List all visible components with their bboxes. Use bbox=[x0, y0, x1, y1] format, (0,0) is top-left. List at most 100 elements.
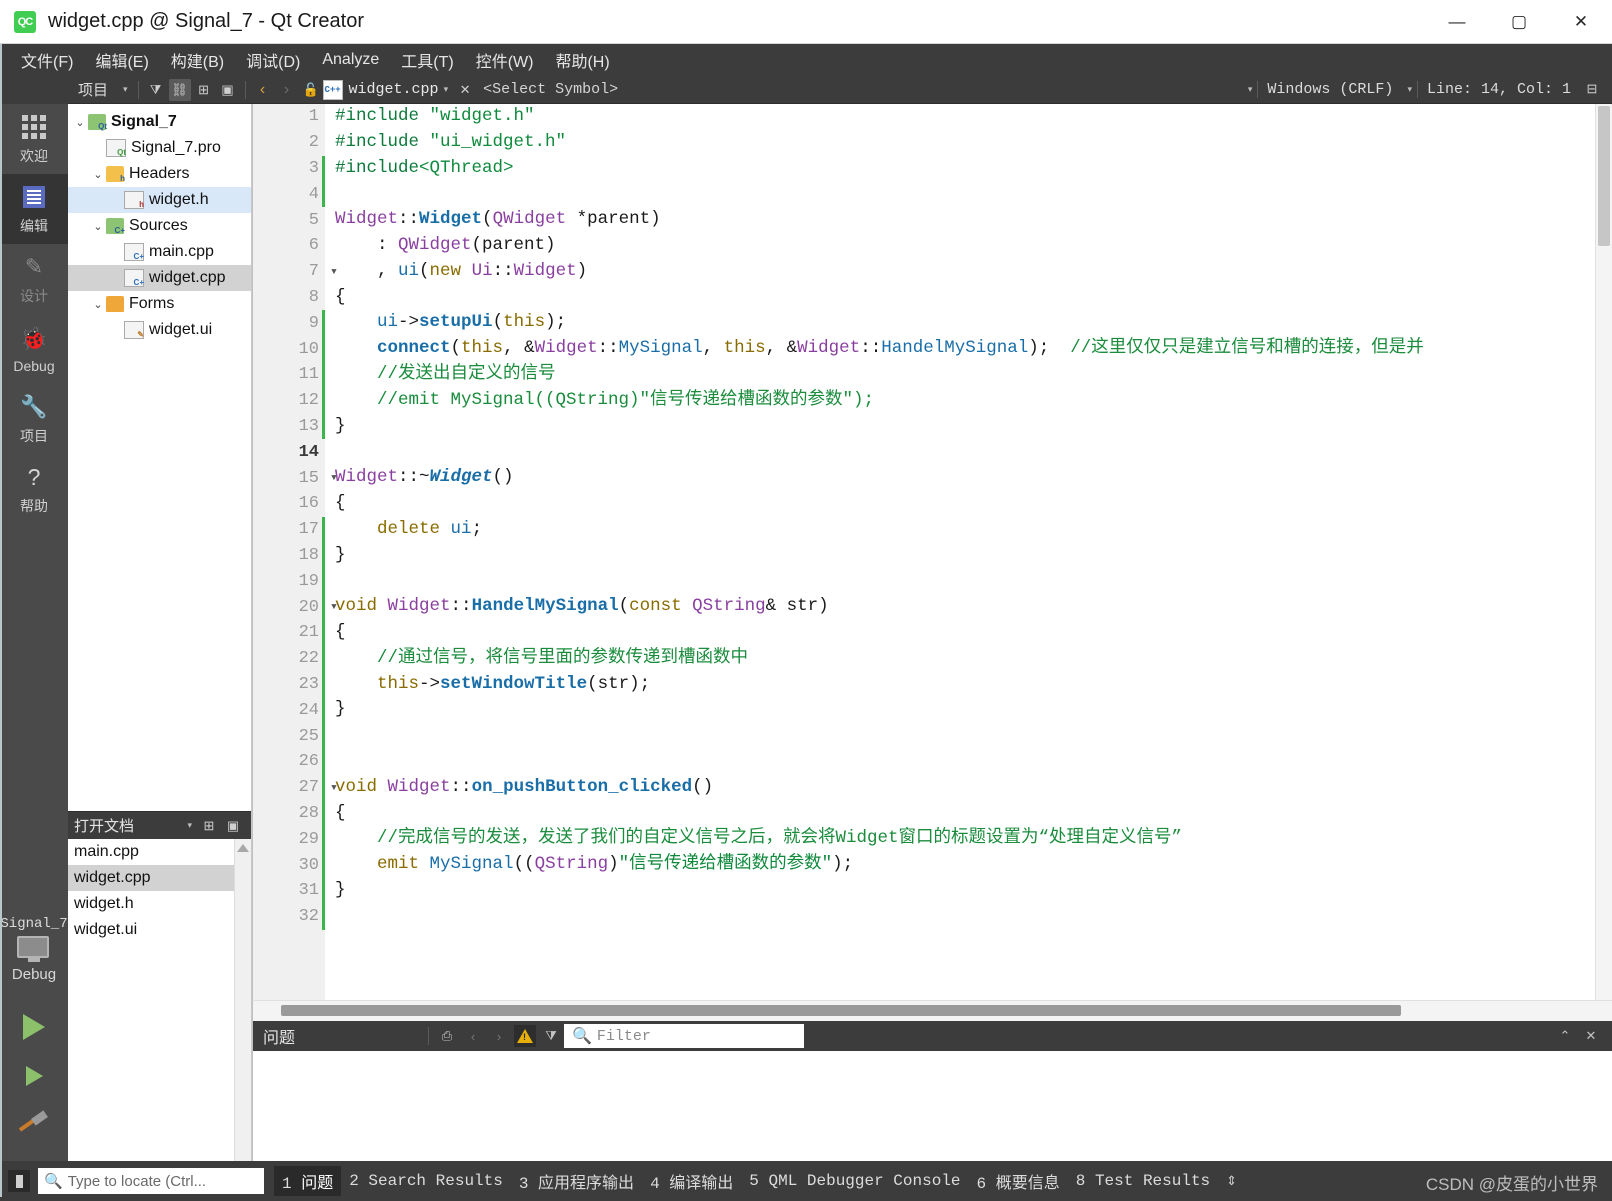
code-line[interactable]: connect(this, &Widget::MySignal, this, &… bbox=[335, 336, 1595, 362]
code-line[interactable]: { bbox=[335, 620, 1595, 646]
code-area[interactable]: 1 2 3 4 5 6 7 ▼ 8 9 10 11 12 13 14 15 ▼ 16 17 18 19 20 ▼ 21 22 23… bbox=[253, 104, 1595, 1000]
next-issue-icon[interactable]: › bbox=[488, 1025, 510, 1047]
close-panel-icon[interactable]: ✕ bbox=[1580, 1025, 1602, 1047]
menu-debug[interactable]: 调试(D) bbox=[235, 44, 311, 76]
code-line[interactable]: { bbox=[335, 285, 1595, 311]
chevron-down-icon[interactable]: ⌄ bbox=[72, 116, 88, 129]
horizontal-scroll-thumb[interactable] bbox=[281, 1005, 1401, 1016]
build-button[interactable] bbox=[18, 1110, 49, 1138]
code-line[interactable]: //发送出自定义的信号 bbox=[335, 362, 1595, 388]
previous-issue-icon[interactable]: ‹ bbox=[462, 1025, 484, 1047]
open-documents-scrollbar[interactable] bbox=[234, 839, 251, 1161]
code-line[interactable]: } bbox=[335, 543, 1595, 569]
output-tab-8[interactable]: 8 Test Results bbox=[1068, 1169, 1218, 1193]
tree-item-sources[interactable]: ⌄ C+ Sources bbox=[68, 213, 251, 239]
code-line[interactable]: { bbox=[335, 801, 1595, 827]
code-line[interactable]: #include<QThread> bbox=[335, 156, 1595, 182]
menu-window[interactable]: 控件(W) bbox=[465, 44, 545, 76]
editor-horizontal-scrollbar[interactable] bbox=[252, 1000, 1612, 1021]
code-text[interactable]: #include "widget.h" #include "ui_widget.h… bbox=[325, 104, 1595, 1000]
menu-edit[interactable]: 编辑(E) bbox=[84, 44, 159, 76]
open-document-item[interactable]: main.cpp bbox=[68, 839, 251, 865]
output-tab-3[interactable]: 3 应用程序输出 bbox=[511, 1166, 642, 1196]
toggle-sidebar-icon[interactable] bbox=[8, 1170, 30, 1192]
debug-button[interactable] bbox=[25, 1066, 43, 1086]
code-line[interactable]: emit MySignal((QString)"信号传递给槽函数的参数"); bbox=[335, 852, 1595, 878]
synchronize-link-icon[interactable]: ⛓ bbox=[168, 78, 191, 101]
tree-item-signal-7[interactable]: ⌄ Qt Signal_7 bbox=[68, 109, 251, 135]
tree-item-widget-cpp[interactable]: ·C+ widget.cpp bbox=[68, 265, 251, 291]
expand-all-icon[interactable]: ⊞ bbox=[193, 79, 215, 101]
open-document-item[interactable]: widget.cpp bbox=[68, 865, 251, 891]
open-documents-chevron-down-icon[interactable]: ▾ bbox=[182, 820, 197, 831]
code-line[interactable] bbox=[335, 439, 1595, 465]
scroll-up-icon[interactable] bbox=[237, 844, 249, 852]
code-line[interactable]: this->setWindowTitle(str); bbox=[335, 672, 1595, 698]
split-documents-icon[interactable]: ⊞ bbox=[198, 815, 220, 837]
chevron-down-icon[interactable]: ⌄ bbox=[90, 220, 106, 233]
line-ending-selector[interactable]: Windows (CRLF) bbox=[1257, 81, 1402, 98]
code-line[interactable]: : QWidget(parent) bbox=[335, 233, 1595, 259]
unlock-icon[interactable]: 🔓 bbox=[300, 79, 322, 101]
code-line[interactable] bbox=[335, 904, 1595, 930]
tree-item-main-cpp[interactable]: ·C+ main.cpp bbox=[68, 239, 251, 265]
output-tab-4[interactable]: 4 编译输出 bbox=[642, 1166, 741, 1196]
open-document-item[interactable]: widget.h bbox=[68, 891, 251, 917]
target-selector-monitor-icon[interactable] bbox=[17, 936, 51, 962]
mode-debug[interactable]: 🐞 Debug bbox=[0, 314, 68, 384]
code-line[interactable]: void Widget::on_pushButton_clicked() bbox=[335, 775, 1595, 801]
menu-build[interactable]: 构建(B) bbox=[160, 44, 235, 76]
code-line[interactable]: Widget::Widget(QWidget *parent) bbox=[335, 207, 1595, 233]
open-file-selector[interactable]: C++ widget.cpp bbox=[322, 79, 439, 100]
filter-icon[interactable]: ⧩ bbox=[540, 1025, 562, 1047]
code-line[interactable] bbox=[335, 568, 1595, 594]
project-tree[interactable]: ⌄QtSignal_7·QtSignal_7.pro⌄hHeaders·hwid… bbox=[68, 104, 251, 811]
code-line[interactable]: //完成信号的发送，发送了我们的自定义信号之后，就会将Widget窗口的标题设置… bbox=[335, 826, 1595, 852]
warning-filter-icon[interactable] bbox=[514, 1025, 536, 1047]
output-tabs-updown-icon[interactable]: ⇕ bbox=[1218, 1173, 1237, 1189]
code-line[interactable] bbox=[335, 749, 1595, 775]
mode-edit[interactable]: 编辑 bbox=[0, 174, 68, 244]
encoding-chevron-down-icon[interactable]: ▾ bbox=[1402, 85, 1417, 95]
menu-file[interactable]: 文件(F) bbox=[10, 44, 84, 76]
close-sidebar-icon[interactable]: ▣ bbox=[217, 79, 239, 101]
code-line[interactable]: delete ui; bbox=[335, 517, 1595, 543]
chevron-down-icon[interactable]: ⌄ bbox=[90, 298, 106, 311]
menu-analyze[interactable]: Analyze bbox=[311, 47, 390, 73]
code-line[interactable] bbox=[335, 723, 1595, 749]
mode-help[interactable]: ? 帮助 bbox=[0, 454, 68, 524]
split-editor-icon[interactable]: ⊟ bbox=[1581, 79, 1603, 101]
view-selector[interactable]: 项目 bbox=[68, 79, 118, 100]
output-tab-6[interactable]: 6 概要信息 bbox=[969, 1166, 1068, 1196]
tree-item-widget-h[interactable]: ·h widget.h bbox=[68, 187, 251, 213]
filter-input[interactable]: 🔍 Filter bbox=[564, 1024, 804, 1048]
tree-item-widget-ui[interactable]: ·✎ widget.ui bbox=[68, 317, 251, 343]
mode-welcome[interactable]: 欢迎 bbox=[0, 104, 68, 174]
code-line[interactable]: Widget::~Widget() bbox=[335, 465, 1595, 491]
filter-tree-icon[interactable]: ⧩ bbox=[145, 79, 167, 101]
close-documents-icon[interactable]: ▣ bbox=[222, 815, 244, 837]
menu-tools[interactable]: 工具(T) bbox=[390, 44, 464, 76]
code-line[interactable] bbox=[335, 181, 1595, 207]
code-editor[interactable]: 1 2 3 4 5 6 7 ▼ 8 9 10 11 12 13 14 15 ▼ 16 17 18 19 20 ▼ 21 22 23… bbox=[252, 104, 1612, 1000]
mode-projects[interactable]: 🔧 项目 bbox=[0, 384, 68, 454]
code-line[interactable]: //通过信号，将信号里面的参数传递到槽函数中 bbox=[335, 646, 1595, 672]
symbol-selector[interactable]: <Select Symbol> bbox=[477, 81, 618, 98]
output-tab-1[interactable]: 1 问题 bbox=[274, 1166, 342, 1196]
code-line[interactable]: void Widget::HandelMySignal(const QStrin… bbox=[335, 594, 1595, 620]
chevron-down-icon[interactable]: ⌄ bbox=[90, 168, 106, 181]
close-file-icon[interactable]: ✕ bbox=[454, 79, 476, 101]
file-selector-chevron-down-icon[interactable]: ▾ bbox=[439, 84, 454, 95]
tree-item-forms[interactable]: ⌄ Forms bbox=[68, 291, 251, 317]
code-line[interactable]: , ui(new Ui::Widget) bbox=[335, 259, 1595, 285]
code-line[interactable]: } bbox=[335, 697, 1595, 723]
vertical-scroll-thumb[interactable] bbox=[1598, 106, 1610, 246]
maximize-panel-icon[interactable]: ⌃ bbox=[1554, 1025, 1576, 1047]
tree-item-signal-7-pro[interactable]: ·Qt Signal_7.pro bbox=[68, 135, 251, 161]
locator-input[interactable]: 🔍 Type to locate (Ctrl... bbox=[38, 1168, 264, 1194]
open-documents-list[interactable]: main.cpp widget.cpp widget.h widget.ui bbox=[68, 839, 251, 1161]
editor-vertical-scrollbar[interactable] bbox=[1595, 104, 1612, 1000]
code-line[interactable]: } bbox=[335, 878, 1595, 904]
run-button[interactable] bbox=[23, 1014, 45, 1040]
maximize-icon[interactable]: ▢ bbox=[1488, 0, 1550, 44]
